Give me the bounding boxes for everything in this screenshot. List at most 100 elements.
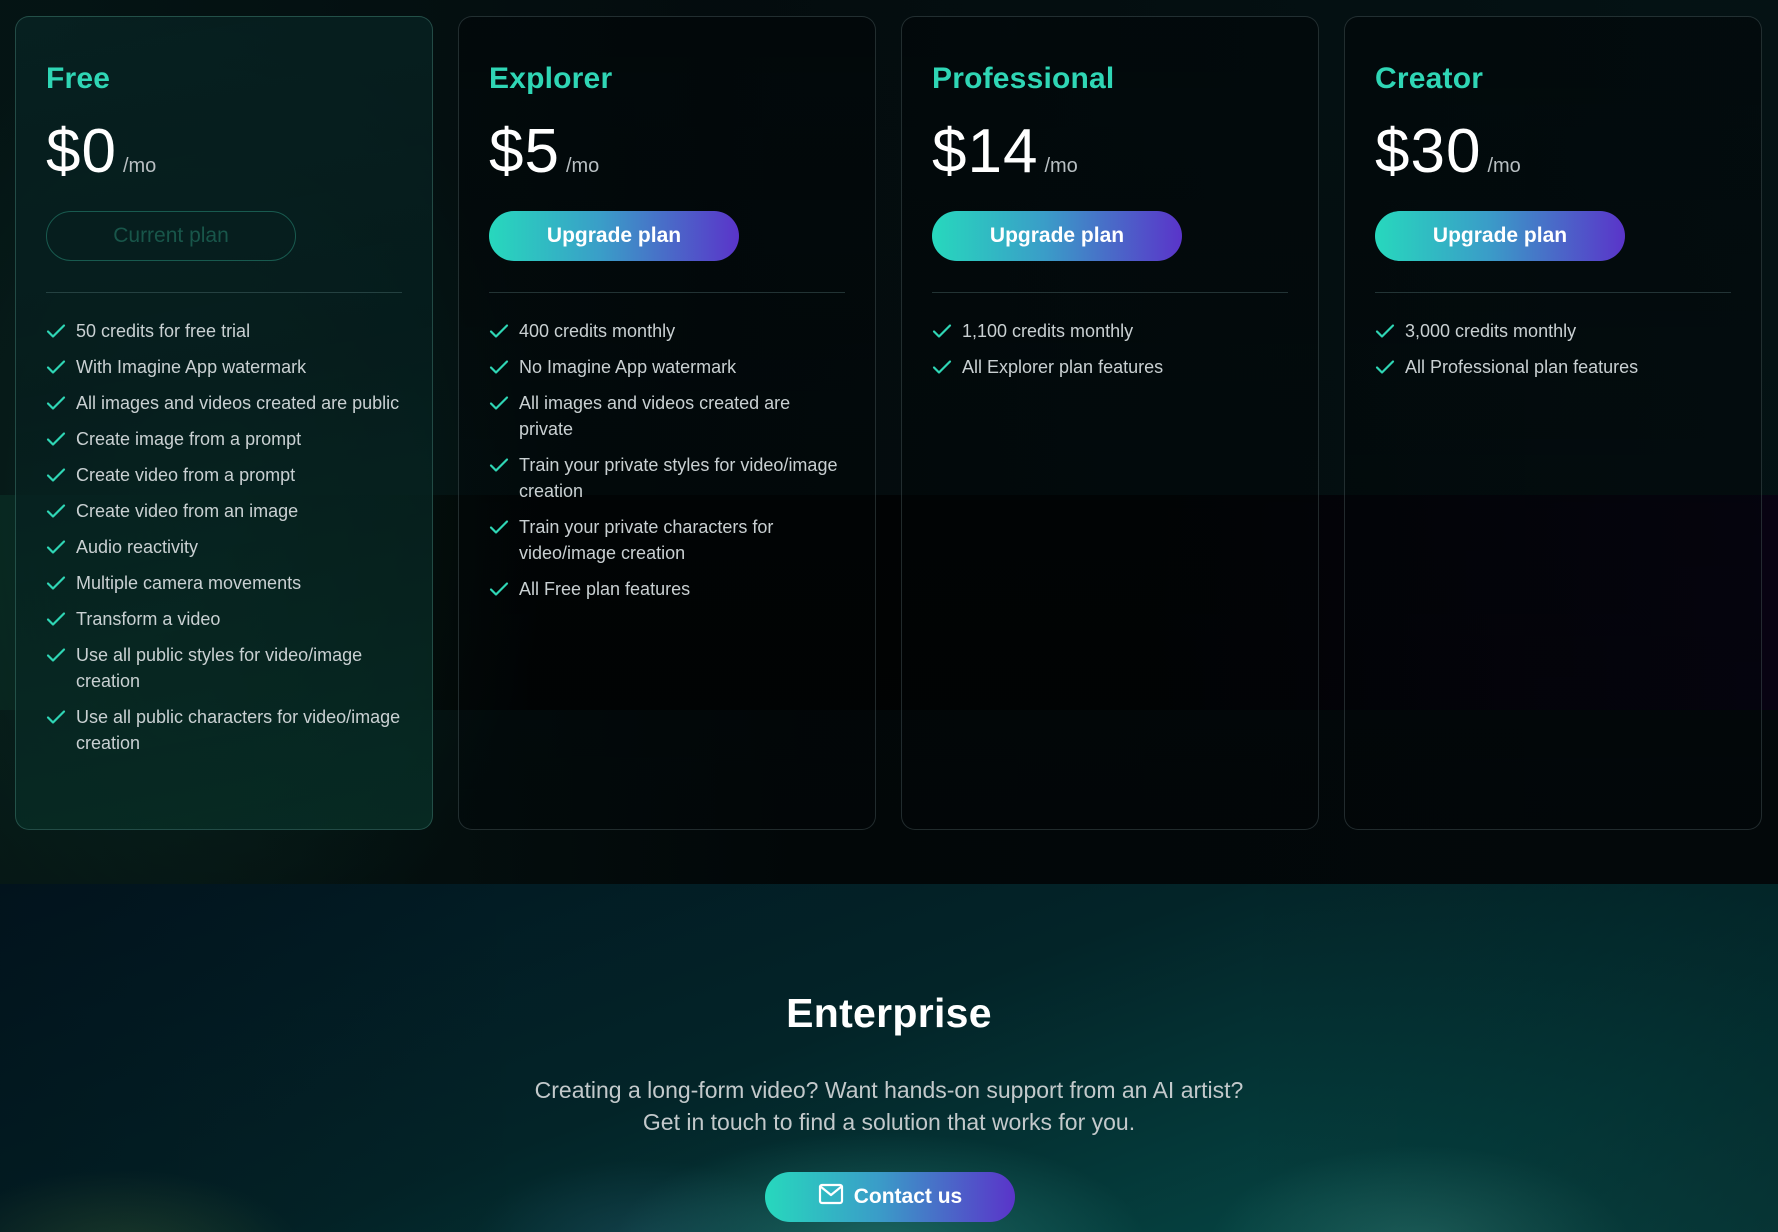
feature-text: With Imagine App watermark [76, 357, 307, 377]
check-icon [932, 318, 954, 344]
feature-text: Create video from a prompt [76, 465, 296, 485]
plan-name: Creator [1375, 62, 1484, 95]
feature-item: Use all public styles for video/image cr… [46, 642, 402, 694]
feature-item: Create video from a prompt [46, 462, 402, 488]
check-icon [489, 354, 511, 380]
plan-name: Free [46, 62, 111, 95]
check-icon [489, 514, 511, 540]
enterprise-title: Enterprise [786, 990, 992, 1036]
plan-price: $30 [1375, 117, 1482, 186]
pricing-section: Free $0 /mo Current plan 50 credits for … [0, 0, 1778, 884]
plan-price: $14 [932, 117, 1039, 186]
plan-name: Explorer [489, 62, 613, 95]
feature-text: All Professional plan features [1405, 357, 1639, 377]
plan-card-professional: Professional $14 /mo Upgrade plan 1,100 … [901, 16, 1319, 830]
feature-text: Create video from an image [76, 501, 299, 521]
feature-list: 1,100 credits monthly All Explorer plan … [932, 318, 1288, 380]
feature-list: 400 credits monthly No Imagine App water… [489, 318, 845, 602]
feature-item: 3,000 credits monthly [1375, 318, 1731, 344]
feature-text: Use all public characters for video/imag… [76, 707, 401, 753]
feature-item: All Free plan features [489, 576, 845, 602]
price-period: /mo [1487, 155, 1521, 177]
feature-item: Use all public characters for video/imag… [46, 704, 402, 756]
feature-text: All Explorer plan features [962, 357, 1164, 377]
feature-text: 3,000 credits monthly [1405, 321, 1577, 341]
description-line: Creating a long-form video? Want hands-o… [534, 1077, 1244, 1103]
contact-us-button[interactable]: Contact us [765, 1172, 1015, 1222]
plan-card-free: Free $0 /mo Current plan 50 credits for … [15, 16, 433, 830]
price-row: $0 /mo [46, 117, 402, 187]
feature-text: Create image from a prompt [76, 429, 302, 449]
feature-text: Train your private styles for video/imag… [519, 455, 838, 501]
feature-item: Train your private characters for video/… [489, 514, 845, 566]
feature-item: No Imagine App watermark [489, 354, 845, 380]
upgrade-plan-button-creator[interactable]: Upgrade plan [1375, 211, 1625, 261]
feature-text: Use all public styles for video/image cr… [76, 645, 363, 691]
feature-text: 50 credits for free trial [76, 321, 251, 341]
enterprise-section: Enterprise Creating a long-form video? W… [0, 884, 1778, 1232]
price-row: $30 /mo [1375, 117, 1731, 187]
price-period: /mo [565, 155, 600, 177]
feature-item: All images and videos created are privat… [489, 390, 845, 442]
feature-item: Create image from a prompt [46, 426, 402, 452]
check-icon [489, 452, 511, 478]
feature-text: All images and videos created are privat… [519, 393, 791, 439]
feature-item: Create video from an image [46, 498, 402, 524]
feature-item: Audio reactivity [46, 534, 402, 560]
check-icon [46, 570, 68, 596]
check-icon [46, 704, 68, 730]
feature-text: Transform a video [76, 609, 221, 629]
feature-list: 50 credits for free trial With Imagine A… [46, 318, 402, 756]
check-icon [932, 354, 954, 380]
feature-item: With Imagine App watermark [46, 354, 402, 380]
feature-text: No Imagine App watermark [519, 357, 737, 377]
plan-card-explorer: Explorer $5 /mo Upgrade plan 400 credits… [458, 16, 876, 830]
feature-item: All images and videos created are public [46, 390, 402, 416]
plan-card-creator: Creator $30 /mo Upgrade plan 3,000 credi… [1344, 16, 1762, 830]
description-line: Get in touch to find a solution that wor… [642, 1109, 1136, 1135]
feature-text: Train your private characters for video/… [519, 517, 774, 563]
feature-item: Train your private styles for video/imag… [489, 452, 845, 504]
divider [1375, 292, 1731, 293]
check-icon [489, 390, 511, 416]
feature-item: Transform a video [46, 606, 402, 632]
feature-item: All Professional plan features [1375, 354, 1731, 380]
price-period: /mo [122, 155, 157, 177]
current-plan-button[interactable]: Current plan [46, 211, 296, 261]
mail-icon [818, 1183, 844, 1211]
divider [489, 292, 845, 293]
check-icon [46, 606, 68, 632]
contact-us-label: Contact us [853, 1185, 963, 1208]
feature-item: Multiple camera movements [46, 570, 402, 596]
check-icon [489, 576, 511, 602]
plan-price: $0 [46, 117, 117, 186]
check-icon [46, 318, 68, 344]
feature-list: 3,000 credits monthly All Professional p… [1375, 318, 1731, 380]
price-row: $14 /mo [932, 117, 1288, 187]
feature-text: 1,100 credits monthly [962, 321, 1134, 341]
divider [46, 292, 402, 293]
check-icon [1375, 318, 1397, 344]
upgrade-plan-button-professional[interactable]: Upgrade plan [932, 211, 1182, 261]
feature-text: All Free plan features [519, 579, 691, 599]
feature-item: 1,100 credits monthly [932, 318, 1288, 344]
divider [932, 292, 1288, 293]
feature-text: All images and videos created are public [76, 393, 400, 413]
plan-cards: Free $0 /mo Current plan 50 credits for … [15, 16, 1762, 830]
feature-item: 50 credits for free trial [46, 318, 402, 344]
check-icon [1375, 354, 1397, 380]
feature-text: Multiple camera movements [76, 573, 302, 593]
check-icon [46, 498, 68, 524]
check-icon [46, 354, 68, 380]
check-icon [46, 462, 68, 488]
check-icon [46, 390, 68, 416]
plan-price: $5 [489, 117, 560, 186]
check-icon [46, 534, 68, 560]
feature-text: Audio reactivity [76, 537, 199, 557]
enterprise-description: Creating a long-form video? Want hands-o… [0, 1074, 1778, 1138]
price-row: $5 /mo [489, 117, 845, 187]
feature-item: All Explorer plan features [932, 354, 1288, 380]
upgrade-plan-button-explorer[interactable]: Upgrade plan [489, 211, 739, 261]
check-icon [46, 426, 68, 452]
plan-name: Professional [932, 62, 1115, 95]
